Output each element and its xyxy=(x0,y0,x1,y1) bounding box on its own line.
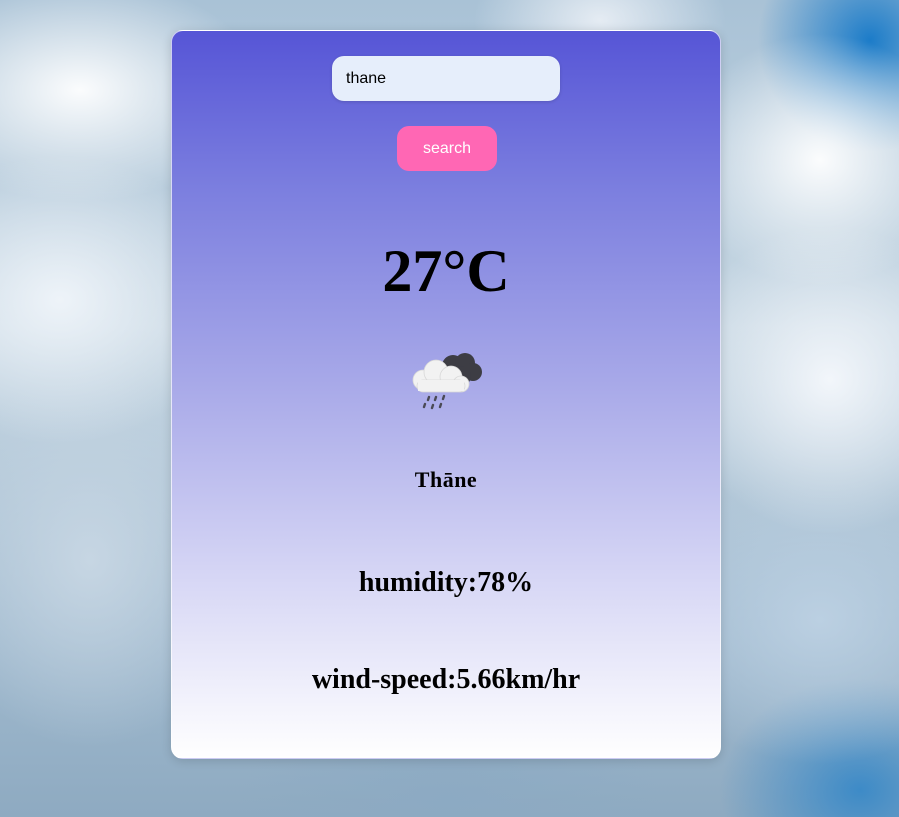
temperature-display: 27°C xyxy=(382,238,510,304)
city-search-input[interactable] xyxy=(332,56,560,101)
humidity-value: humidity:78% xyxy=(358,567,534,598)
weather-card: search 27°C Thāne humidity:78 xyxy=(171,30,721,759)
city-name: Thāne xyxy=(414,467,478,492)
wind-speed-value: wind-speed:5.66km/hr xyxy=(311,664,581,695)
rain-cloud-icon xyxy=(412,353,482,410)
search-button[interactable]: search xyxy=(397,126,497,171)
